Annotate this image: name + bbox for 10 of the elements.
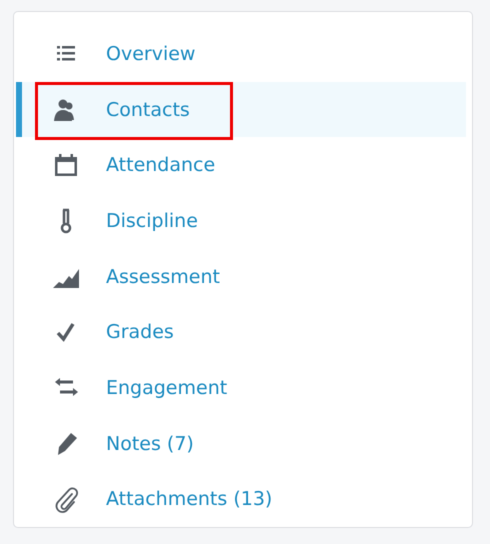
nav-item[interactable]: Attendance	[16, 137, 466, 194]
nav-item[interactable]: Contacts	[16, 82, 466, 138]
nav-item[interactable]: Notes (7)	[16, 416, 466, 472]
nav-item[interactable]: Attachments (13)	[16, 471, 466, 528]
nav-item[interactable]: Grades	[16, 304, 466, 360]
nav-item[interactable]: Engagement	[16, 360, 466, 416]
nav-item[interactable]: Discipline	[16, 193, 466, 249]
nav-item[interactable]: Assessment	[16, 248, 466, 304]
selection-bar	[16, 82, 22, 138]
nav-item[interactable]: Overview	[16, 26, 466, 82]
